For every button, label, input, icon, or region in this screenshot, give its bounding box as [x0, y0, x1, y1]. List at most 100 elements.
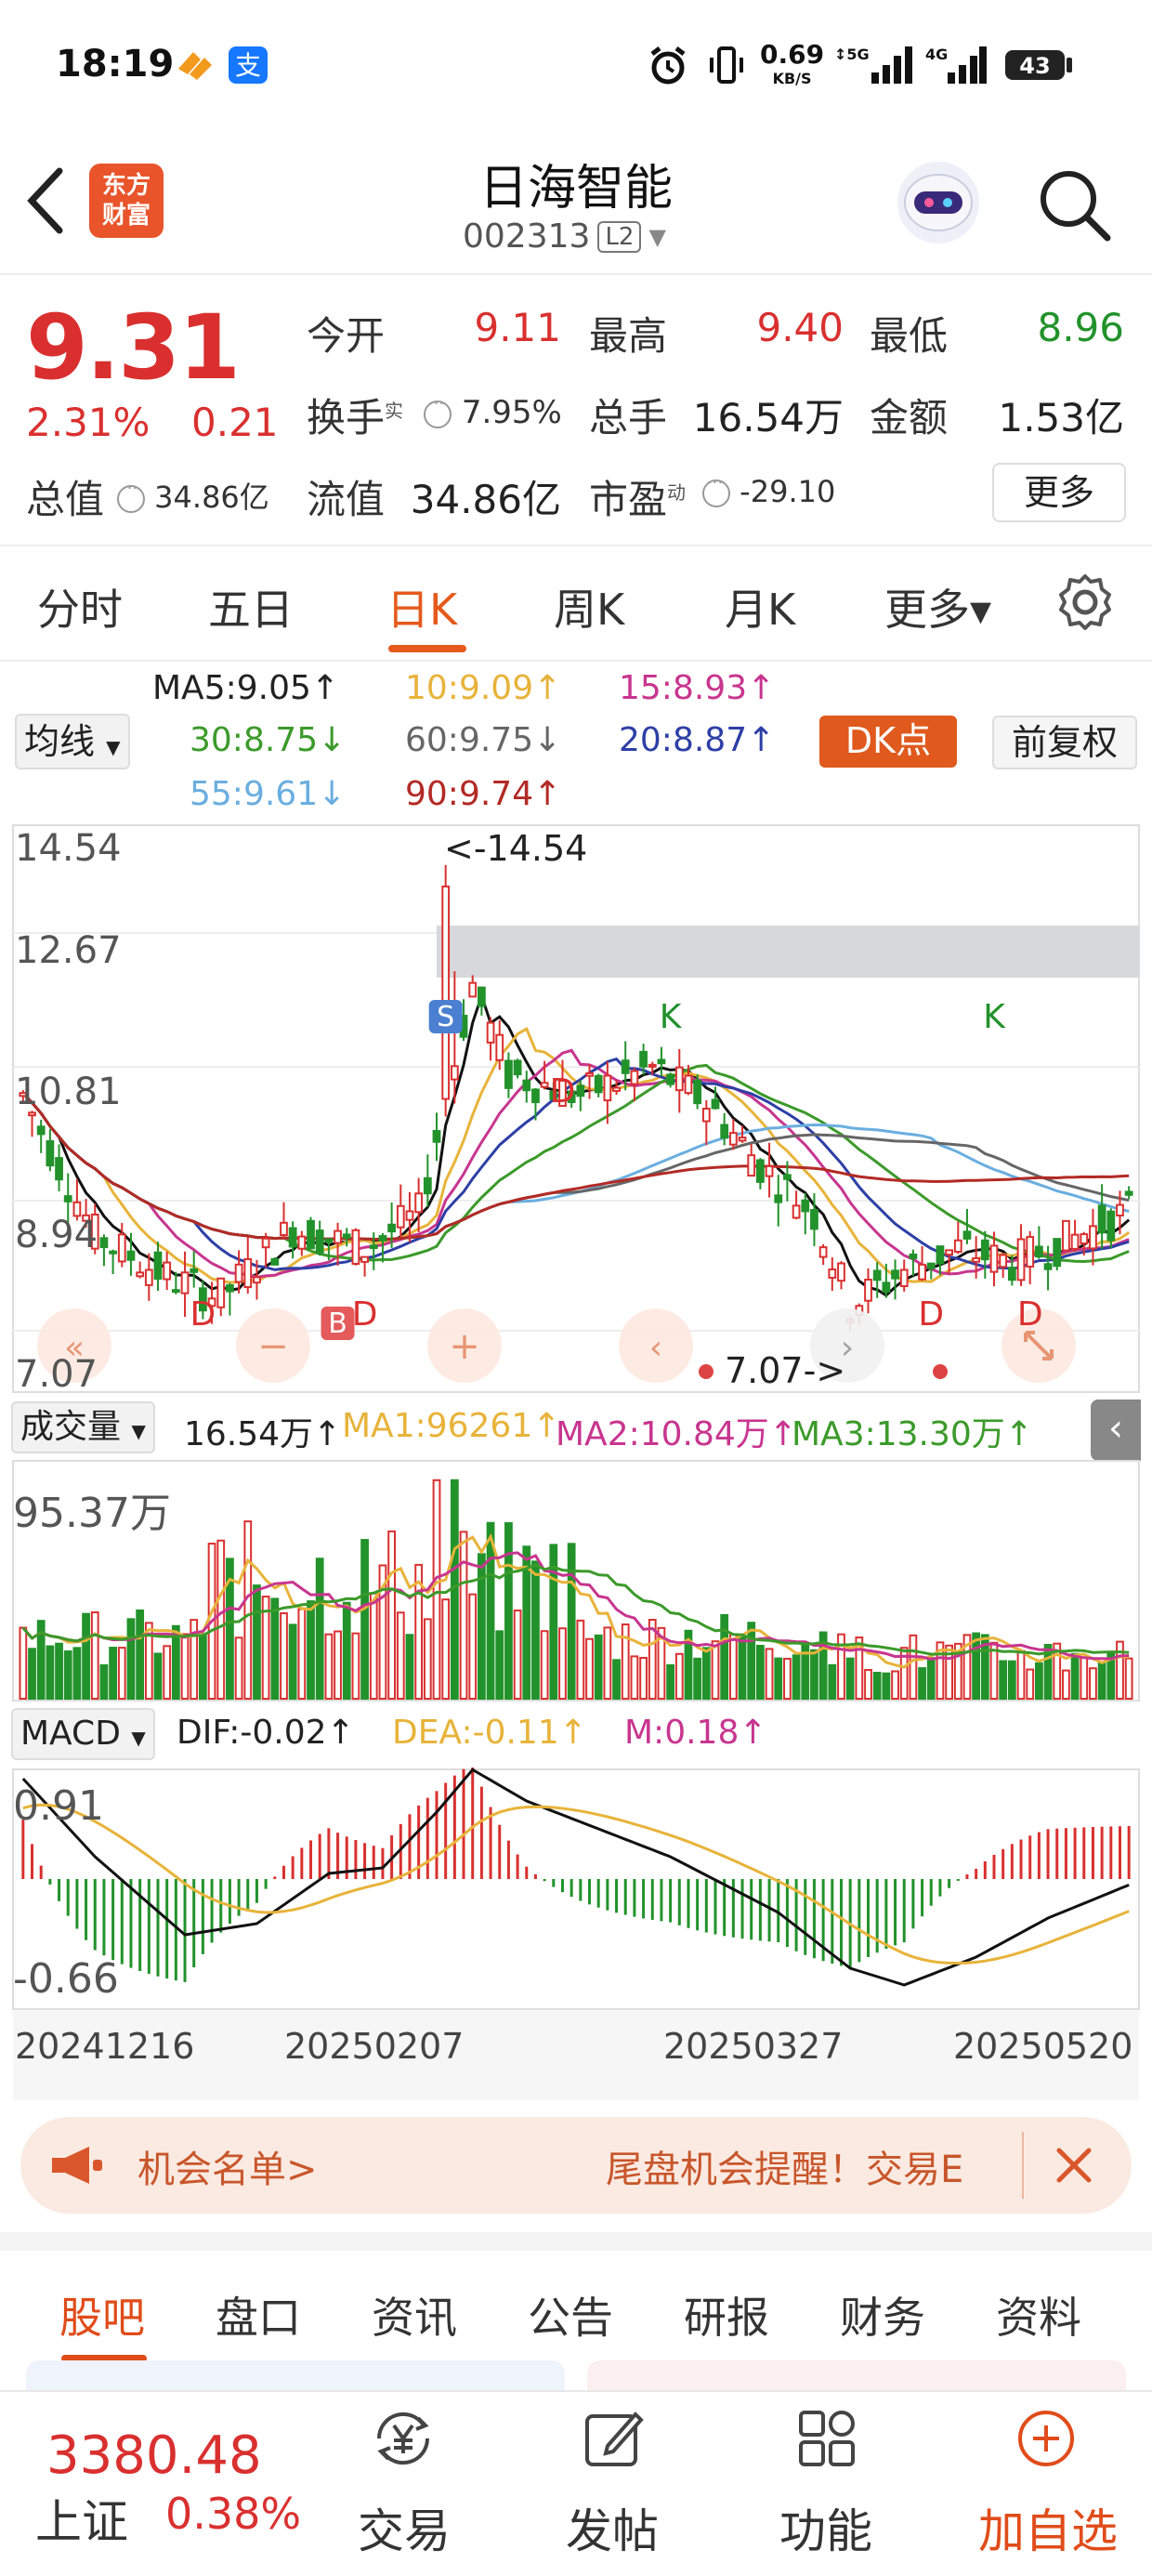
- tab-guba[interactable]: 股吧: [59, 2284, 145, 2346]
- post-button[interactable]: 发帖: [561, 2392, 663, 2576]
- volume-bar: [441, 1598, 451, 1700]
- candle-body: [478, 986, 486, 1007]
- volume-ma1: MA1:96261↑: [342, 1407, 561, 1445]
- macd-indicator-selector[interactable]: MACD ▼: [11, 1708, 155, 1760]
- robot-assistant-icon[interactable]: [894, 158, 983, 247]
- index-quote[interactable]: 3380.48 上证 0.38%: [0, 2392, 334, 2576]
- ma15-value: 15:8.93↑: [619, 669, 776, 707]
- kline-chart[interactable]: « − + ‹ › <-14.54 7.07-> SBD DDD DK K: [0, 823, 1152, 1396]
- candle-body: [872, 1269, 882, 1281]
- more-quote-button[interactable]: 更多: [992, 463, 1126, 522]
- eastmoney-logo[interactable]: 东方 财富: [89, 164, 164, 238]
- indicator-selector[interactable]: 均线 ▼: [15, 714, 130, 769]
- candle-body: [899, 1268, 909, 1287]
- candle-body: [1043, 1263, 1053, 1270]
- app-notification-icon: [178, 52, 212, 80]
- candle-body: [962, 1230, 972, 1240]
- volume-ma3: MA3:13.30万↑: [792, 1415, 1033, 1453]
- tab-finance[interactable]: 财务: [840, 2284, 925, 2346]
- macd-top-label: 0.91: [13, 1782, 104, 1830]
- market-cap-label: 总值: [26, 477, 105, 522]
- candle-body: [540, 1082, 549, 1088]
- tab-news[interactable]: 资讯: [372, 2284, 457, 2346]
- kline-y-label: 8.94: [15, 1214, 98, 1256]
- candle-body: [684, 1074, 693, 1095]
- volume-bar: [504, 1522, 513, 1700]
- volume-bar: [1062, 1669, 1070, 1700]
- ma60-value: 60:9.75↓: [405, 721, 562, 759]
- trade-button[interactable]: 交易: [353, 2392, 455, 2576]
- info-icon[interactable]: [117, 479, 145, 513]
- candle-body: [180, 1271, 190, 1295]
- tab-five-day[interactable]: 五日: [208, 576, 294, 637]
- content-card[interactable]: [26, 2360, 565, 2392]
- volume-bar: [513, 1610, 522, 1700]
- ma55-value: 55:9.61↓: [190, 775, 347, 813]
- adjust-mode-button[interactable]: 前复权: [992, 716, 1137, 769]
- tab-intraday[interactable]: 分时: [37, 576, 123, 637]
- add-watchlist-button[interactable]: 加自选: [955, 2392, 1141, 2576]
- info-icon[interactable]: [702, 473, 730, 507]
- svg-text:↕5G: ↕5G: [834, 46, 870, 63]
- plus-icon: +: [449, 1325, 480, 1368]
- content-card[interactable]: [587, 2360, 1126, 2392]
- tab-weekly-k[interactable]: 周K: [554, 576, 624, 637]
- functions-button[interactable]: 功能: [775, 2392, 877, 2576]
- volume-indicator-selector[interactable]: 成交量 ▼: [11, 1401, 155, 1453]
- candle-body: [216, 1277, 226, 1308]
- stock-code-selector[interactable]: 002313 L2 ▼: [463, 217, 689, 256]
- index-value: 3380.48: [46, 2425, 262, 2486]
- candle-body: [936, 1245, 945, 1265]
- ma5-value: MA5:9.05↑: [152, 669, 340, 707]
- volume-bar: [153, 1652, 163, 1700]
- candle-body: [342, 1233, 351, 1239]
- candle-body: [414, 1192, 424, 1214]
- candle-body: [253, 1276, 261, 1284]
- info-icon[interactable]: [424, 394, 452, 428]
- volume-bar: [288, 1623, 297, 1700]
- volume-bar: [603, 1626, 612, 1700]
- candle-body: [226, 1284, 234, 1293]
- candle-body: [441, 885, 451, 1100]
- volume-bar: [765, 1648, 774, 1701]
- tab-monthly-k[interactable]: 月K: [725, 576, 795, 637]
- candle-body: [594, 1074, 603, 1094]
- candle-body: [837, 1262, 845, 1282]
- ma90-value: 90:9.74↑: [405, 775, 562, 813]
- candle-body: [1080, 1233, 1089, 1245]
- volume-bar: [774, 1657, 783, 1700]
- divider: [1022, 2132, 1024, 2199]
- candle-body: [432, 1130, 441, 1143]
- volume-bar: [1089, 1667, 1097, 1700]
- promo-banner[interactable]: 机会名单> 尾盘机会提醒！交易E: [20, 2117, 1132, 2214]
- candle-body: [909, 1253, 918, 1259]
- back-arrow-icon[interactable]: [24, 167, 65, 234]
- gear-icon[interactable]: [1055, 572, 1115, 632]
- candle-body: [1016, 1238, 1026, 1281]
- candle-body: [109, 1250, 118, 1255]
- candle-body: [261, 1237, 270, 1249]
- close-icon[interactable]: [1054, 2145, 1094, 2186]
- tab-profile[interactable]: 资料: [996, 2284, 1081, 2346]
- tab-research[interactable]: 研报: [684, 2284, 769, 2346]
- float-cap-value: 34.86亿: [410, 477, 561, 522]
- tab-more[interactable]: 更多▾: [884, 576, 991, 637]
- candle-body: [99, 1237, 109, 1249]
- candle-body: [243, 1257, 253, 1289]
- tab-order-book[interactable]: 盘口: [216, 2284, 301, 2346]
- collapse-panel-button[interactable]: ‹: [1091, 1400, 1141, 1461]
- volume-bar: [432, 1479, 441, 1700]
- volume-chart[interactable]: [0, 1459, 1152, 1704]
- candle-body: [980, 1239, 989, 1261]
- volume-bar: [216, 1539, 226, 1700]
- dk-point-button[interactable]: DK点: [819, 716, 957, 768]
- vibrate-icon: [710, 46, 743, 84]
- volume-bar: [1116, 1640, 1124, 1701]
- search-icon[interactable]: [1035, 165, 1113, 243]
- tab-announcements[interactable]: 公告: [528, 2284, 613, 2346]
- volume-bar: [360, 1539, 369, 1700]
- level2-badge: L2: [597, 220, 642, 253]
- tab-daily-k[interactable]: 日K: [386, 576, 457, 637]
- candle-body: [810, 1209, 818, 1230]
- candle-body: [720, 1124, 729, 1139]
